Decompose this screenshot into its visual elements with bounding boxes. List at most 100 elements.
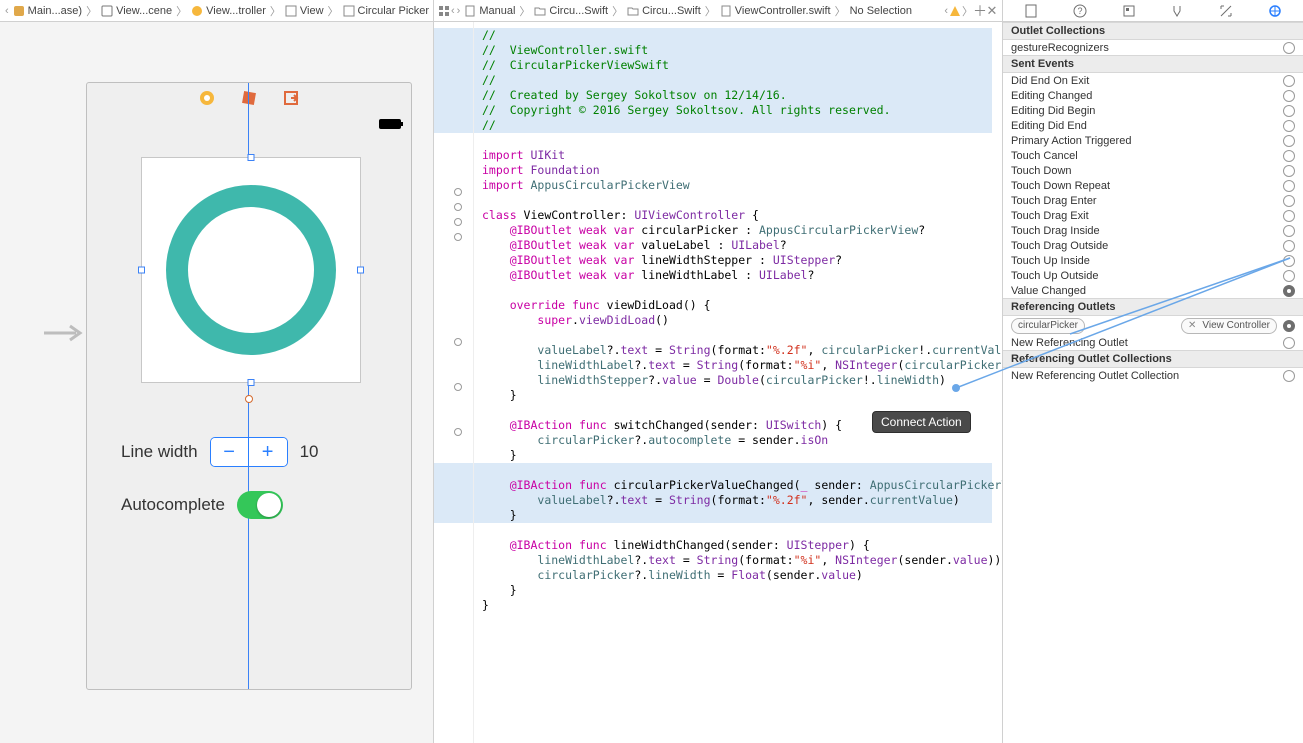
- connection-dot-icon[interactable]: [1283, 105, 1295, 117]
- remove-connection-icon[interactable]: ✕: [1188, 320, 1196, 331]
- connection-dot-icon[interactable]: [1283, 255, 1295, 267]
- section-outlet-collections: Outlet Collections: [1003, 22, 1303, 40]
- sent-event-row[interactable]: Value Changed: [1003, 283, 1303, 298]
- stepper-minus-button[interactable]: −: [211, 438, 249, 466]
- outlet-connection-dot[interactable]: [454, 218, 462, 226]
- row-label: Value Changed: [1011, 285, 1086, 297]
- connection-dot-icon[interactable]: [1283, 240, 1295, 252]
- breadcrumb-item[interactable]: View...cene: [98, 5, 175, 17]
- connection-dot-icon[interactable]: [1283, 165, 1295, 177]
- connection-dot-icon[interactable]: [1283, 370, 1295, 382]
- sent-event-row[interactable]: Editing Did Begin: [1003, 103, 1303, 118]
- stepper-plus-button[interactable]: +: [249, 438, 287, 466]
- connection-dot-icon[interactable]: [1283, 120, 1295, 132]
- identity-inspector-icon[interactable]: [1121, 3, 1137, 19]
- sent-event-row[interactable]: Touch Drag Outside: [1003, 238, 1303, 253]
- constraint-indicator-icon[interactable]: [245, 395, 253, 403]
- sent-event-row[interactable]: Touch Up Outside: [1003, 268, 1303, 283]
- jump-manual[interactable]: Manual: [461, 5, 518, 17]
- inspector-body[interactable]: Outlet Collections gestureRecognizers Se…: [1003, 22, 1303, 743]
- chevron-left-icon[interactable]: ‹: [432, 5, 433, 17]
- autocomplete-switch[interactable]: [237, 491, 283, 519]
- outlet-connection-dot[interactable]: [454, 338, 462, 346]
- first-responder-icon[interactable]: [241, 90, 257, 106]
- resize-handle[interactable]: [248, 154, 255, 161]
- jump-label: Manual: [479, 5, 515, 17]
- sent-event-row[interactable]: Touch Drag Inside: [1003, 223, 1303, 238]
- jump-label: No Selection: [850, 5, 912, 17]
- connection-dot-icon[interactable]: [1283, 270, 1295, 282]
- resize-handle[interactable]: [138, 267, 145, 274]
- storyboard-icon: [13, 5, 25, 17]
- resize-handle[interactable]: [357, 267, 364, 274]
- connection-dot-icon[interactable]: [1283, 90, 1295, 102]
- breadcrumb-item[interactable]: Circular Picker: [340, 5, 433, 17]
- new-referencing-outlet-row[interactable]: New Referencing Outlet: [1003, 335, 1303, 350]
- warning-icon[interactable]: [949, 5, 961, 17]
- breadcrumb-item[interactable]: View: [282, 5, 327, 17]
- exit-icon[interactable]: [283, 90, 299, 106]
- controller-icon[interactable]: [199, 90, 215, 106]
- sent-event-row[interactable]: Touch Down: [1003, 163, 1303, 178]
- source-editor[interactable]: //// ViewController.swift// CircularPick…: [434, 22, 1002, 743]
- connection-dot-icon[interactable]: [1283, 195, 1295, 207]
- connection-dot-icon[interactable]: [1283, 75, 1295, 87]
- breadcrumb-item[interactable]: View...troller: [188, 5, 269, 17]
- circular-picker-view[interactable]: [141, 157, 361, 383]
- outlet-connection-dot[interactable]: [454, 428, 462, 436]
- sent-event-row[interactable]: Did End On Exit: [1003, 73, 1303, 88]
- sent-event-row[interactable]: Primary Action Triggered: [1003, 133, 1303, 148]
- jump-tab[interactable]: Circu...Swift: [624, 5, 704, 17]
- editor-jump-bar[interactable]: ‹ › Manual 〉 Circu...Swift 〉 Circu...Swi…: [434, 0, 1002, 22]
- sent-event-row[interactable]: Touch Drag Enter: [1003, 193, 1303, 208]
- inspector-tab-bar[interactable]: ?: [1003, 0, 1303, 22]
- related-items-icon[interactable]: [438, 5, 450, 17]
- close-editor-icon[interactable]: ✕: [986, 5, 998, 17]
- sent-event-row[interactable]: Touch Cancel: [1003, 148, 1303, 163]
- referencing-outlet-row[interactable]: circularPicker ✕ View Controller: [1003, 316, 1303, 335]
- connections-inspector-icon[interactable]: [1267, 3, 1283, 19]
- folder-icon: [534, 5, 546, 17]
- sent-event-row[interactable]: Touch Down Repeat: [1003, 178, 1303, 193]
- source-code[interactable]: //// ViewController.swift// CircularPick…: [434, 22, 1002, 619]
- help-inspector-icon[interactable]: ?: [1072, 3, 1088, 19]
- connection-dot-icon[interactable]: [1283, 42, 1295, 54]
- editor-gutter[interactable]: [434, 22, 474, 743]
- outlet-collection-row[interactable]: gestureRecognizers: [1003, 40, 1303, 55]
- file-inspector-icon[interactable]: [1023, 3, 1039, 19]
- resize-handle[interactable]: [248, 379, 255, 386]
- jump-tab[interactable]: Circu...Swift: [531, 5, 611, 17]
- connection-dot-icon[interactable]: [1283, 337, 1295, 349]
- line-width-row: Line width − + 10: [121, 437, 318, 467]
- jump-tab[interactable]: ViewController.swift: [717, 5, 834, 17]
- sent-event-row[interactable]: Editing Did End: [1003, 118, 1303, 133]
- new-referencing-outlet-collection-row[interactable]: New Referencing Outlet Collection: [1003, 368, 1303, 383]
- connection-dot-icon[interactable]: [1283, 225, 1295, 237]
- connection-dot-icon[interactable]: [1283, 150, 1295, 162]
- sent-event-row[interactable]: Touch Up Inside: [1003, 253, 1303, 268]
- outlet-connection-dot[interactable]: [454, 203, 462, 211]
- jump-selection[interactable]: No Selection: [847, 5, 915, 17]
- device-frame[interactable]: Line width − + 10 Autocomplete: [86, 82, 412, 690]
- outlet-connection-dot[interactable]: [454, 188, 462, 196]
- connection-dot-icon[interactable]: [1283, 135, 1295, 147]
- sent-event-row[interactable]: Touch Drag Exit: [1003, 208, 1303, 223]
- add-editor-icon[interactable]: ＋: [974, 5, 986, 17]
- outlet-pill[interactable]: circularPicker: [1011, 318, 1085, 334]
- outlet-destination-pill[interactable]: ✕ View Controller: [1181, 318, 1277, 334]
- ib-canvas[interactable]: Line width − + 10 Autocomplete: [0, 22, 433, 743]
- connection-dot-icon[interactable]: [1283, 180, 1295, 192]
- sent-event-row[interactable]: Editing Changed: [1003, 88, 1303, 103]
- breadcrumb-item[interactable]: Main...ase): [10, 5, 85, 17]
- line-width-stepper[interactable]: − +: [210, 437, 288, 467]
- connection-dot-icon[interactable]: [1283, 285, 1295, 297]
- outlet-connection-dot[interactable]: [454, 233, 462, 241]
- scene-top-icons: [87, 83, 411, 113]
- connection-dot-icon[interactable]: [1283, 320, 1295, 332]
- connection-dot-icon[interactable]: [1283, 210, 1295, 222]
- attributes-inspector-icon[interactable]: [1169, 3, 1185, 19]
- outlet-connection-dot[interactable]: [454, 383, 462, 391]
- ib-jump-bar[interactable]: ‹ Main...ase) 〉 View...cene 〉 View...tro…: [0, 0, 433, 22]
- row-label: Touch Drag Enter: [1011, 195, 1097, 207]
- size-inspector-icon[interactable]: [1218, 3, 1234, 19]
